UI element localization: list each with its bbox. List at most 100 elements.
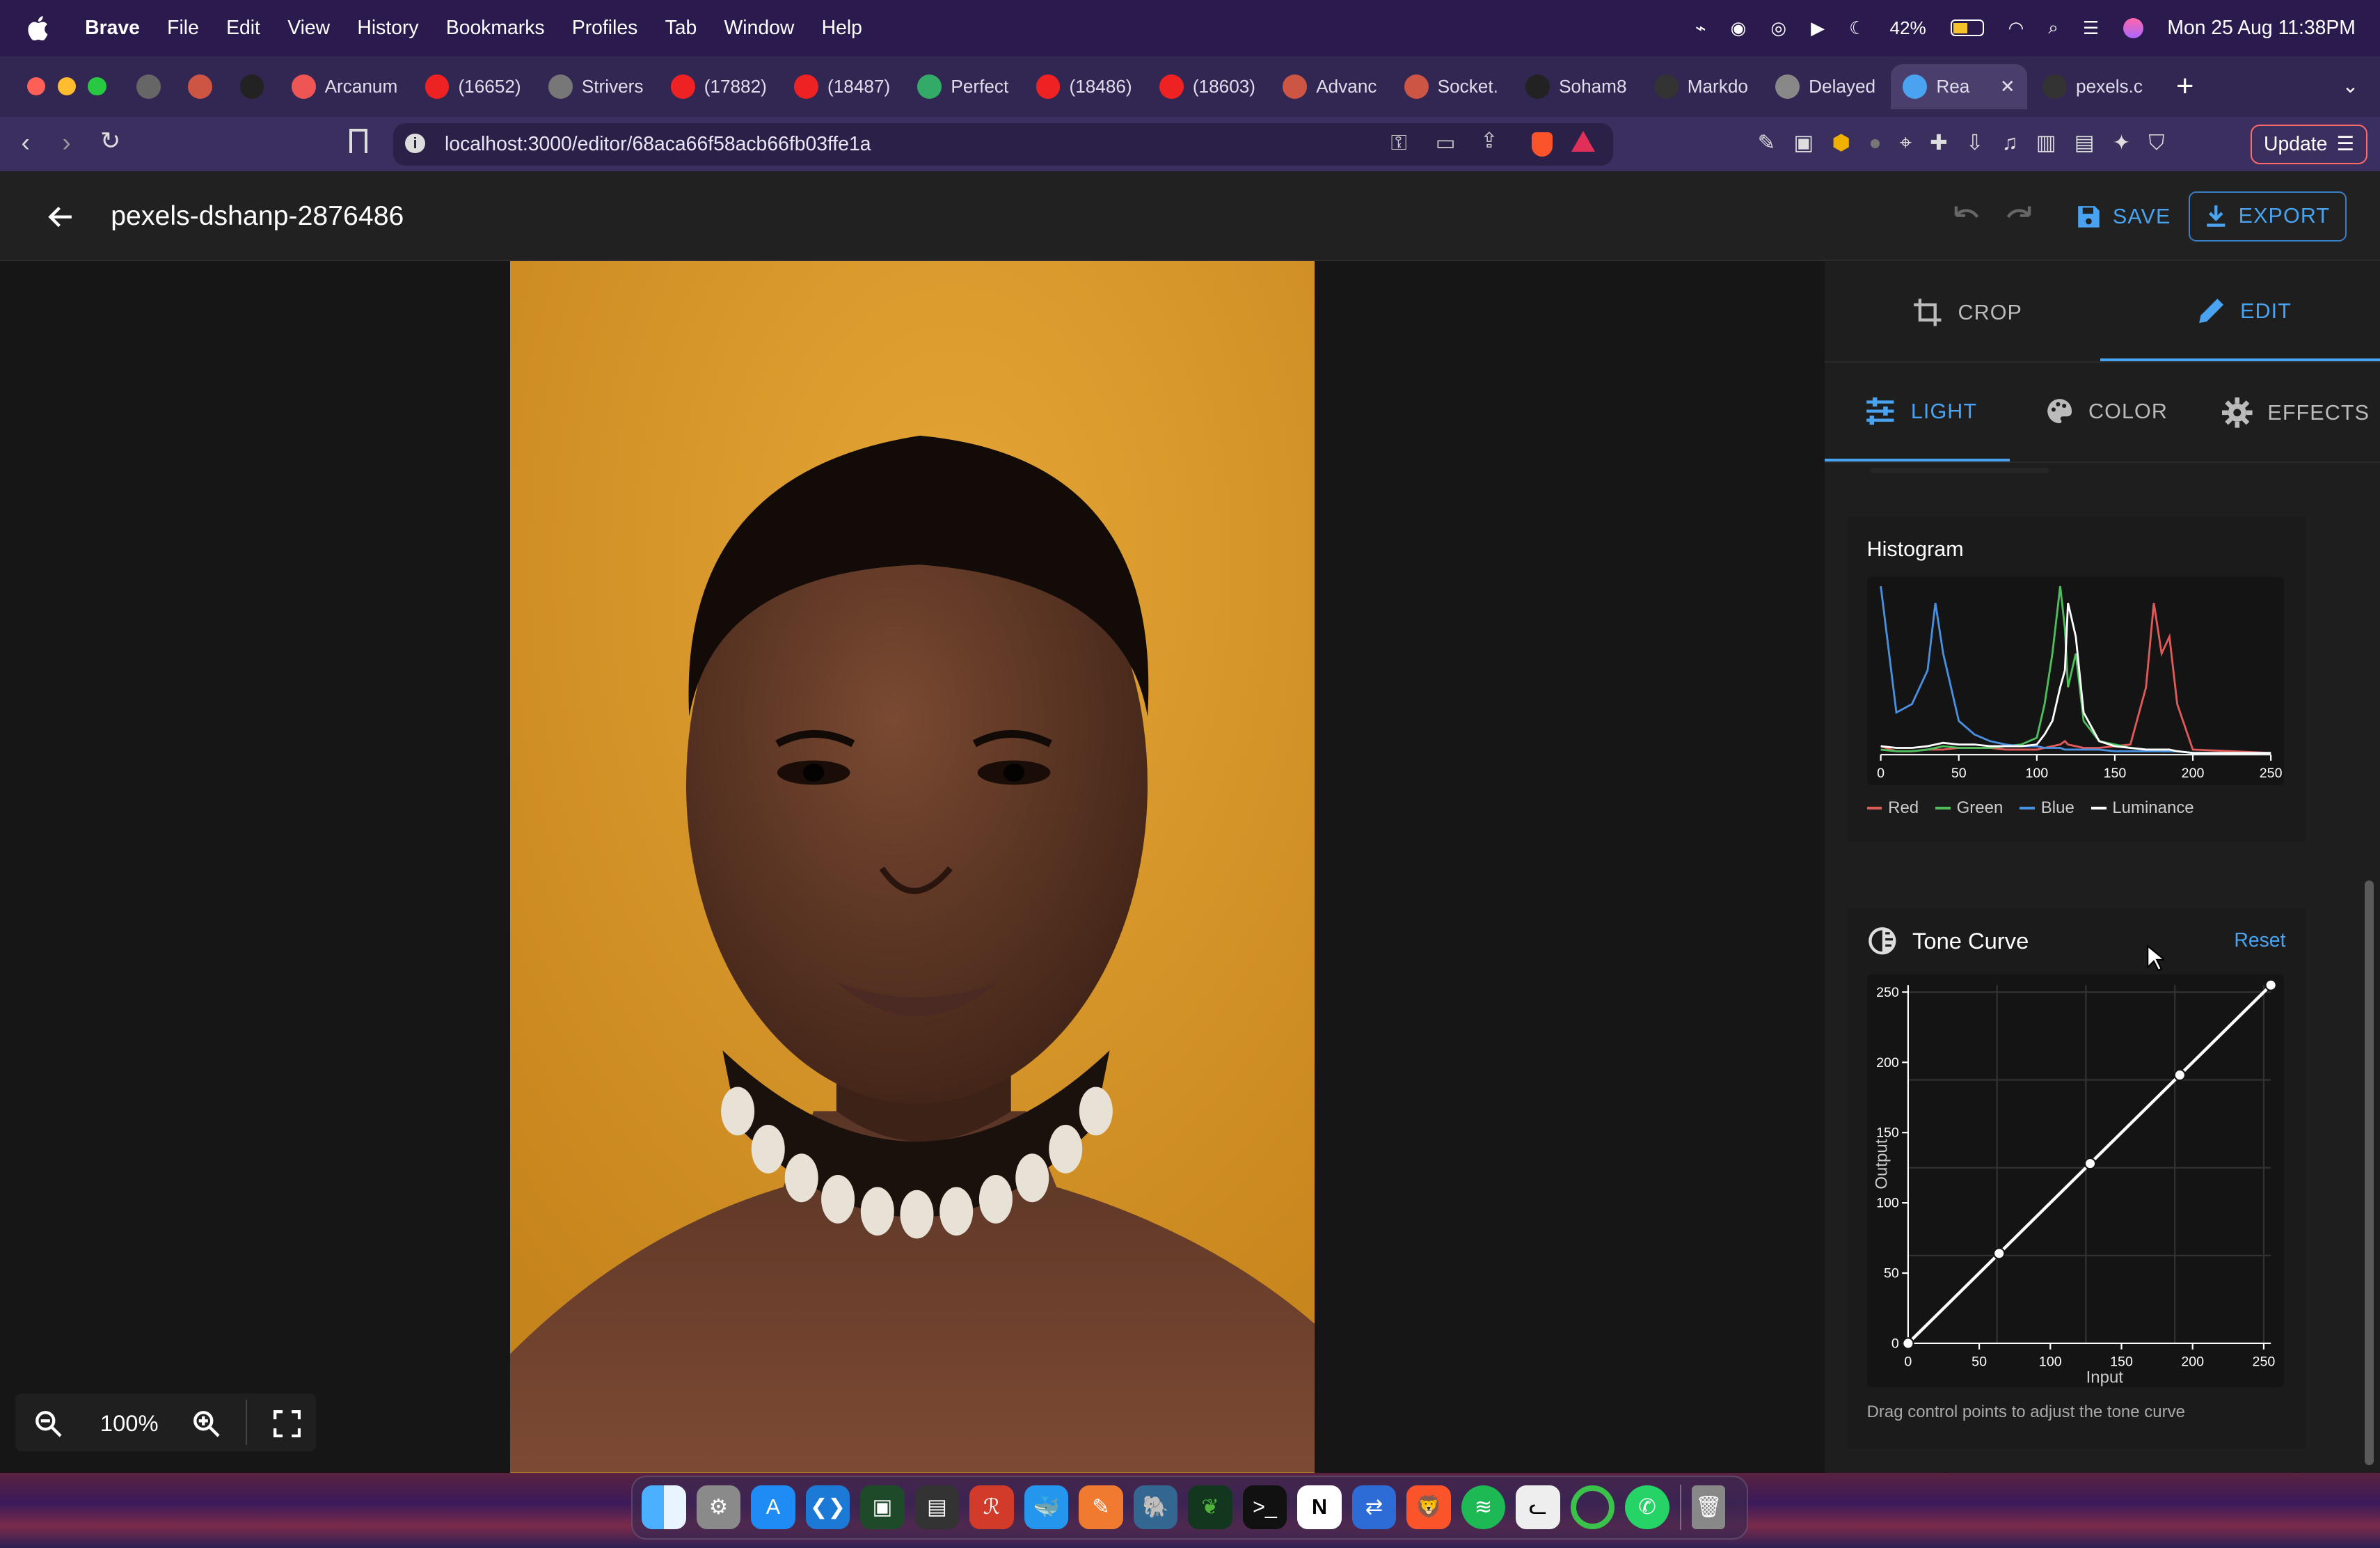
menu-window[interactable]: Window: [724, 17, 795, 40]
browser-tab[interactable]: [228, 64, 276, 109]
play-icon[interactable]: ▶: [1811, 17, 1825, 39]
tone-curve-control-point[interactable]: [1901, 1337, 1914, 1350]
update-button[interactable]: Update ☰: [2250, 124, 2368, 164]
wifi-icon[interactable]: ◠: [2008, 17, 2024, 39]
tone-curve-reset-button[interactable]: Reset: [2234, 929, 2285, 952]
share-icon[interactable]: ⇪: [1480, 129, 1498, 153]
menu-app-name[interactable]: Brave: [85, 17, 140, 40]
browser-tab[interactable]: [176, 64, 225, 109]
sidebar-icon[interactable]: ▥: [2036, 131, 2056, 156]
tone-curve-control-point[interactable]: [2173, 1068, 2186, 1082]
new-tab-button[interactable]: +: [2176, 70, 2193, 104]
vpn-shield-icon[interactable]: ⛉: [2149, 131, 2165, 156]
eyedropper-icon[interactable]: ✎: [1758, 131, 1776, 156]
control-center-icon[interactable]: ☰: [2083, 17, 2099, 39]
browser-tab[interactable]: (17882): [658, 64, 779, 109]
url-text[interactable]: localhost:3000/editor/68aca66f58acb66fb0…: [445, 133, 871, 156]
puzzle-icon[interactable]: ✚: [1930, 131, 1948, 156]
chevron-down-icon[interactable]: ⌄: [2342, 74, 2359, 98]
minimize-window-button[interactable]: [57, 77, 77, 96]
back-icon[interactable]: ‹: [22, 127, 30, 157]
tone-curve-control-point[interactable]: [1992, 1247, 2006, 1260]
tab-edit[interactable]: EDIT: [2198, 297, 2292, 324]
address-bar[interactable]: i localhost:3000/editor/68aca66f58acb66f…: [392, 123, 1614, 166]
status-icon[interactable]: ◎: [1770, 17, 1786, 39]
photo-preview[interactable]: [509, 261, 1315, 1473]
fullscreen-icon[interactable]: [273, 1410, 301, 1438]
network-app-icon[interactable]: ⇄: [1351, 1485, 1397, 1530]
zoom-window-button[interactable]: [88, 77, 106, 96]
browser-tab[interactable]: pexels.c: [2031, 64, 2155, 109]
system-settings-icon[interactable]: ⚙: [696, 1485, 741, 1530]
browser-tab[interactable]: (18486): [1024, 64, 1144, 109]
whatsapp-icon[interactable]: ✆: [1625, 1485, 1669, 1530]
red-app-icon[interactable]: ℛ: [969, 1485, 1014, 1530]
vscode-icon[interactable]: ❮❯: [805, 1485, 850, 1530]
brave-rewards-icon[interactable]: [1571, 131, 1596, 152]
brave-icon[interactable]: 🦁: [1406, 1485, 1451, 1530]
redo-icon[interactable]: [2004, 202, 2037, 229]
save-button[interactable]: SAVE: [2077, 196, 2171, 238]
zoom-out-icon[interactable]: [35, 1410, 62, 1437]
tab-color[interactable]: COLOR: [2046, 397, 2168, 425]
cast-icon[interactable]: ▭: [1436, 131, 1456, 155]
spotify-icon[interactable]: ≋: [1461, 1485, 1506, 1530]
ring-app-icon[interactable]: [1570, 1485, 1615, 1530]
browser-tab[interactable]: Advanc: [1271, 64, 1389, 109]
close-tab-icon[interactable]: ✕: [2000, 76, 2015, 97]
sparkle-icon[interactable]: ✦: [2113, 131, 2131, 156]
extension-icon[interactable]: ●: [1869, 131, 1881, 156]
zoom-in-icon[interactable]: [193, 1410, 220, 1437]
orange-app-icon[interactable]: ✎: [1079, 1485, 1123, 1530]
browser-tab[interactable]: [125, 64, 173, 109]
editor-canvas[interactable]: 100%: [0, 261, 1825, 1473]
menu-history[interactable]: History: [357, 17, 418, 40]
menu-edit[interactable]: Edit: [226, 17, 260, 40]
export-button[interactable]: EXPORT: [2189, 191, 2347, 242]
menu-bookmarks[interactable]: Bookmarks: [446, 17, 545, 40]
browser-tab[interactable]: Soham8: [1514, 64, 1639, 109]
browser-tab[interactable]: Perfect: [905, 64, 1021, 109]
browser-tab[interactable]: Rea ✕: [1890, 63, 2028, 110]
menu-view[interactable]: View: [287, 17, 330, 40]
tab-light[interactable]: LIGHT: [1865, 397, 1977, 425]
browser-tab[interactable]: Markdo: [1642, 64, 1760, 109]
menu-file[interactable]: File: [167, 17, 199, 40]
extension-icon[interactable]: ⬢: [1832, 131, 1850, 156]
forward-icon[interactable]: ›: [62, 127, 70, 157]
tone-curve-control-point[interactable]: [2264, 979, 2277, 992]
undo-icon[interactable]: [1949, 202, 1982, 229]
notion-icon[interactable]: N: [1297, 1485, 1342, 1530]
menu-help[interactable]: Help: [822, 17, 862, 40]
extension-icon[interactable]: ▣: [1793, 131, 1814, 156]
search-icon[interactable]: ⌕: [2048, 17, 2058, 39]
browser-tab[interactable]: (18603): [1147, 64, 1267, 109]
download-icon[interactable]: ⇩: [1966, 131, 1984, 156]
panel-scrollbar[interactable]: [2364, 880, 2374, 1465]
browser-tab[interactable]: (16652): [413, 64, 533, 109]
tone-curve-chart[interactable]: 0 0 50 50 100 100 150 150 200 200 250 250 Input Outpu…: [1866, 974, 2285, 1388]
tone-curve-control-point[interactable]: [2084, 1158, 2096, 1170]
clock[interactable]: Mon 25 Aug 11:38PM: [2167, 17, 2356, 40]
status-icon[interactable]: ◉: [1731, 17, 1747, 39]
close-window-button[interactable]: [27, 77, 46, 96]
status-icon[interactable]: ⌁: [1695, 17, 1706, 39]
notes-icon[interactable]: ▤: [914, 1485, 960, 1530]
docker-icon[interactable]: 🐳: [1024, 1485, 1069, 1530]
siri-icon[interactable]: [2123, 18, 2143, 38]
finder-icon[interactable]: [642, 1485, 686, 1530]
terminal-icon[interactable]: >_: [1242, 1485, 1287, 1530]
info-icon[interactable]: i: [405, 133, 425, 154]
browser-tab[interactable]: Delayed: [1763, 64, 1888, 109]
postgres-icon[interactable]: 🐘: [1133, 1485, 1178, 1530]
app-store-icon[interactable]: A: [751, 1485, 795, 1530]
terminal-green-icon[interactable]: ▣: [860, 1485, 905, 1530]
cat-app-icon[interactable]: ᓚ: [1516, 1485, 1560, 1530]
menu-tab[interactable]: Tab: [665, 17, 697, 40]
location-icon[interactable]: ⌖: [1900, 131, 1912, 156]
browser-tab[interactable]: Socket.: [1392, 64, 1510, 109]
apple-icon[interactable]: [27, 16, 49, 40]
music-icon[interactable]: ♫: [2002, 131, 2018, 156]
tab-effects[interactable]: EFFECTS: [2221, 397, 2370, 429]
menu-profiles[interactable]: Profiles: [572, 17, 638, 40]
